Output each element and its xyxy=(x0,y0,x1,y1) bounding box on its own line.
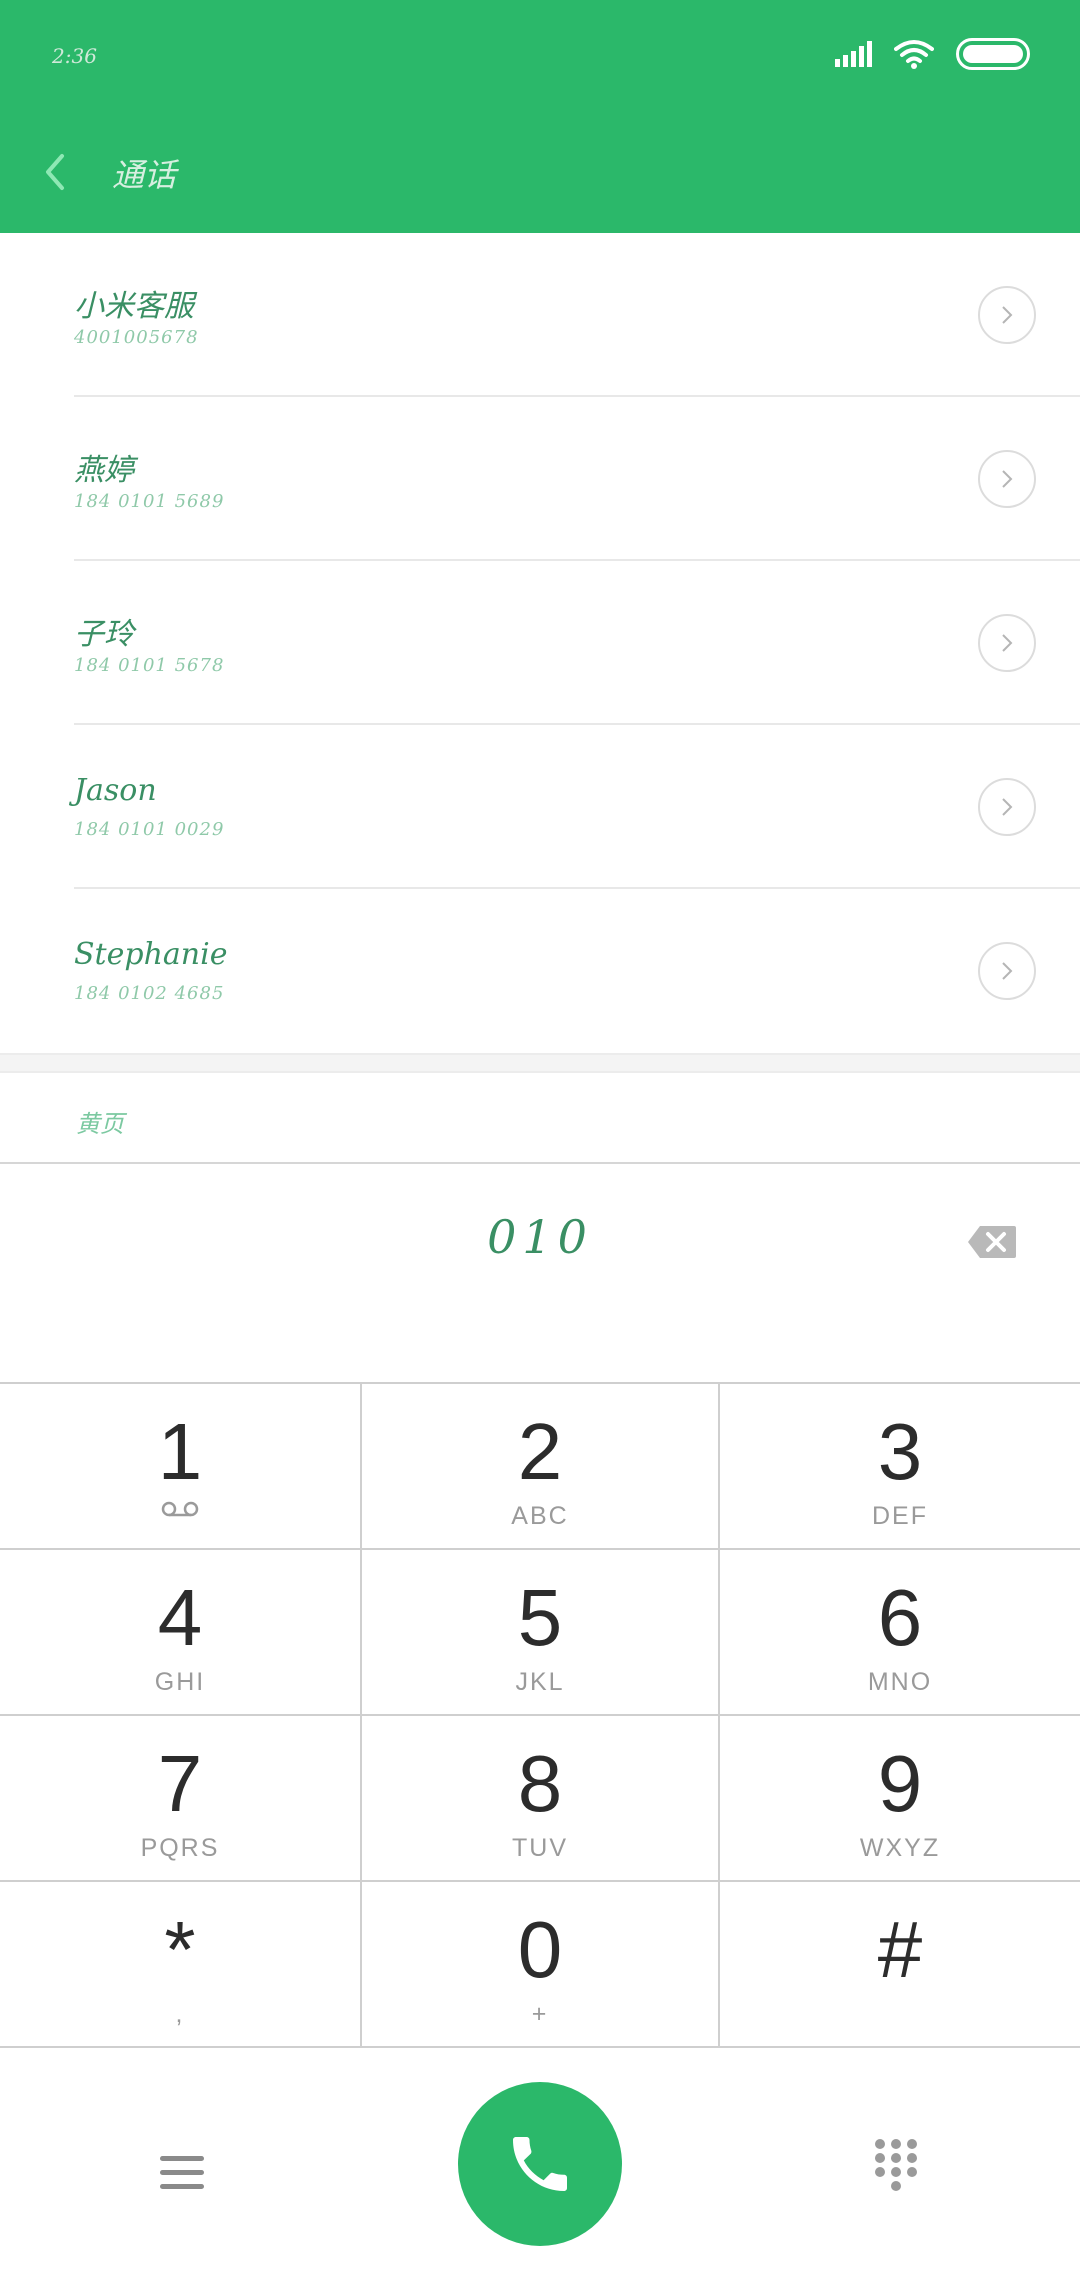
status-icons xyxy=(835,38,1030,70)
back-button[interactable] xyxy=(36,148,76,196)
dialpad-icon[interactable] xyxy=(874,2138,918,2194)
key-digit: 4 xyxy=(157,1573,203,1662)
key-3[interactable]: 3 DEF xyxy=(720,1384,1080,1550)
key-digit: 9 xyxy=(877,1739,923,1828)
contact-row[interactable]: 小米客服 4001005678 xyxy=(0,233,1080,397)
key-letters: + xyxy=(531,2000,549,2028)
page-title: 通话 xyxy=(112,156,177,194)
dialpad: 1 2 ABC 3 DEF 4 GHI 5 JKL 6 MNO 7 PQRS 8… xyxy=(0,1382,1080,2048)
key-digit: 1 xyxy=(157,1407,203,1496)
contact-number: 184 0101 5678 xyxy=(74,655,225,676)
signal-icon xyxy=(835,41,872,67)
chevron-right-icon xyxy=(1002,798,1013,816)
key-digit: 7 xyxy=(157,1739,203,1828)
chevron-right-icon xyxy=(1002,306,1013,324)
key-digit: 3 xyxy=(877,1407,923,1496)
contact-detail-button[interactable] xyxy=(978,778,1036,836)
phone-icon xyxy=(513,2137,567,2191)
contact-name: 小米客服 xyxy=(74,289,194,324)
contact-name: 燕婷 xyxy=(74,453,134,488)
key-letters: PQRS xyxy=(140,1834,220,1862)
key-2[interactable]: 2 ABC xyxy=(360,1384,720,1550)
key-letters: MNO xyxy=(867,1668,933,1696)
yellow-pages-link[interactable]: 黄页 xyxy=(76,1104,124,1139)
key-letters: , xyxy=(175,2000,185,2028)
key-letters: ABC xyxy=(511,1502,569,1530)
contact-row[interactable]: 燕婷 184 0101 5689 xyxy=(0,397,1080,561)
voicemail-icon xyxy=(161,1501,199,1517)
app-header: 2:36 通话 xyxy=(0,0,1080,233)
contact-number: 184 0101 5689 xyxy=(74,491,225,512)
wifi-icon xyxy=(894,40,934,69)
chevron-right-icon xyxy=(1002,962,1013,980)
key-6[interactable]: 6 MNO xyxy=(720,1550,1080,1716)
menu-icon[interactable] xyxy=(160,2156,204,2196)
key-digit: # xyxy=(877,1905,923,1994)
contact-detail-button[interactable] xyxy=(978,942,1036,1000)
battery-icon xyxy=(956,38,1030,70)
key-9[interactable]: 9 WXYZ xyxy=(720,1716,1080,1882)
key-letters: TUV xyxy=(512,1834,568,1862)
key-star[interactable]: * , xyxy=(0,1882,360,2048)
contact-detail-button[interactable] xyxy=(978,286,1036,344)
contact-number: 184 0101 0029 xyxy=(74,819,225,840)
contact-number: 4001005678 xyxy=(74,327,199,348)
key-letters: DEF xyxy=(872,1502,928,1530)
key-hash[interactable]: # xyxy=(720,1882,1080,2048)
key-digit: 2 xyxy=(517,1407,563,1496)
divider xyxy=(0,1162,1080,1164)
key-digit: 6 xyxy=(877,1573,923,1662)
section-divider xyxy=(0,1053,1080,1073)
contact-name: Jason xyxy=(74,773,157,808)
chevron-right-icon xyxy=(1002,634,1013,652)
key-5[interactable]: 5 JKL xyxy=(360,1550,720,1716)
key-8[interactable]: 8 TUV xyxy=(360,1716,720,1882)
contact-number: 184 0102 4685 xyxy=(74,983,225,1004)
contact-detail-button[interactable] xyxy=(978,614,1036,672)
call-button[interactable] xyxy=(458,2082,622,2246)
contact-row[interactable]: Stephanie 184 0102 4685 xyxy=(0,889,1080,1053)
key-letters: GHI xyxy=(154,1668,206,1696)
contact-name: Stephanie xyxy=(74,937,228,972)
key-4[interactable]: 4 GHI xyxy=(0,1550,360,1716)
contact-row[interactable]: Jason 184 0101 0029 xyxy=(0,725,1080,889)
key-digit: 0 xyxy=(517,1905,563,1994)
key-digit: 5 xyxy=(517,1573,563,1662)
key-0[interactable]: 0 + xyxy=(360,1882,720,2048)
chevron-right-icon xyxy=(1002,470,1013,488)
key-7[interactable]: 7 PQRS xyxy=(0,1716,360,1882)
key-digit: * xyxy=(164,1905,196,1994)
key-letters: JKL xyxy=(515,1668,565,1696)
key-digit: 8 xyxy=(517,1739,563,1828)
bottom-bar xyxy=(0,2048,1080,2280)
contact-name: 子玲 xyxy=(74,617,134,652)
contact-row[interactable]: 子玲 184 0101 5678 xyxy=(0,561,1080,725)
status-time: 2:36 xyxy=(52,44,97,68)
key-1[interactable]: 1 xyxy=(0,1384,360,1550)
key-letters: WXYZ xyxy=(859,1834,941,1862)
backspace-icon[interactable] xyxy=(966,1224,1018,1260)
contact-detail-button[interactable] xyxy=(978,450,1036,508)
dialed-number: 010 xyxy=(487,1210,593,1264)
